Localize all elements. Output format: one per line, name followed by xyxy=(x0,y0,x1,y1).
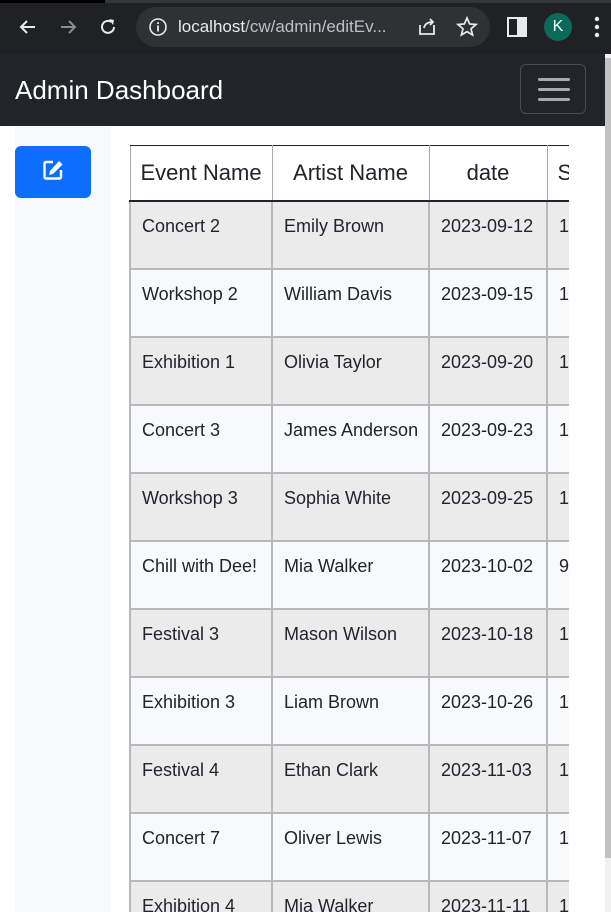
cell-artist-name: Mia Walker xyxy=(271,540,430,610)
cell-event-name: Concert 2 xyxy=(129,200,273,270)
cell-date: 2023-11-11 xyxy=(428,880,548,912)
address-bar[interactable]: localhost/cw/admin/editEv... xyxy=(136,7,490,47)
table-row: Chill with Dee! Mia Walker 2023-10-02 9a xyxy=(129,540,569,610)
url-text[interactable]: localhost/cw/admin/editEv... xyxy=(178,17,403,37)
table-row: Concert 7 Oliver Lewis 2023-11-07 17 xyxy=(129,812,569,882)
edit-icon xyxy=(42,159,64,186)
cell-start: 16 xyxy=(546,608,569,678)
header-date: date xyxy=(428,145,548,202)
cell-event-name: Exhibition 4 xyxy=(129,880,273,912)
table-row: Workshop 2 William Davis 2023-09-15 18 xyxy=(129,268,569,338)
forward-icon[interactable] xyxy=(53,12,83,42)
cell-event-name: Workshop 2 xyxy=(129,268,273,338)
cell-date: 2023-09-23 xyxy=(428,404,548,474)
cell-start: 19 xyxy=(546,676,569,746)
events-table: Event Name Artist Name date St Concert 2… xyxy=(129,145,569,912)
tab-strip xyxy=(0,0,611,3)
cell-artist-name: James Anderson xyxy=(271,404,430,474)
navbar-toggler-button[interactable] xyxy=(520,64,586,114)
table-row: Workshop 3 Sophia White 2023-09-25 16 xyxy=(129,472,569,542)
cell-start: 18 xyxy=(546,744,569,814)
cell-event-name: Exhibition 1 xyxy=(129,336,273,406)
reload-icon[interactable] xyxy=(93,12,123,42)
table-row: Exhibition 4 Mia Walker 2023-11-11 18 xyxy=(129,880,569,912)
url-host: localhost xyxy=(178,17,246,36)
table-header-row: Event Name Artist Name date St xyxy=(129,145,569,202)
url-path: /cw/admin/editEv... xyxy=(245,17,387,36)
cell-date: 2023-09-12 xyxy=(428,200,548,270)
cell-artist-name: Oliver Lewis xyxy=(271,812,430,882)
cell-date: 2023-09-20 xyxy=(428,336,548,406)
bookmark-star-icon[interactable] xyxy=(455,15,479,38)
cell-event-name: Exhibition 3 xyxy=(129,676,273,746)
cell-start: 9a xyxy=(546,540,569,610)
cell-event-name: Workshop 3 xyxy=(129,472,273,542)
cell-artist-name: Olivia Taylor xyxy=(271,336,430,406)
cell-date: 2023-09-15 xyxy=(428,268,548,338)
table-row: Festival 4 Ethan Clark 2023-11-03 18 xyxy=(129,744,569,814)
page-scrollbar[interactable] xyxy=(605,54,611,912)
cell-event-name: Concert 7 xyxy=(129,812,273,882)
browser-toolbar: localhost/cw/admin/editEv... K xyxy=(0,0,611,54)
header-event-name: Event Name xyxy=(129,145,273,202)
cell-date: 2023-11-03 xyxy=(428,744,548,814)
cell-artist-name: Sophia White xyxy=(271,472,430,542)
cell-date: 2023-10-26 xyxy=(428,676,548,746)
table-row: Concert 3 James Anderson 2023-09-23 18 xyxy=(129,404,569,474)
cell-artist-name: Ethan Clark xyxy=(271,744,430,814)
site-info-icon[interactable] xyxy=(148,17,168,37)
sidebar xyxy=(15,126,111,912)
cell-date: 2023-09-25 xyxy=(428,472,548,542)
share-icon[interactable] xyxy=(416,16,438,38)
cell-event-name: Festival 3 xyxy=(129,608,273,678)
cell-event-name: Concert 3 xyxy=(129,404,273,474)
side-panel-icon[interactable] xyxy=(505,15,529,39)
more-menu-icon[interactable] xyxy=(588,15,606,39)
back-icon[interactable] xyxy=(13,12,43,42)
events-table-container[interactable]: Event Name Artist Name date St Concert 2… xyxy=(129,145,569,912)
app-navbar: Admin Dashboard xyxy=(0,54,605,126)
cell-artist-name: William Davis xyxy=(271,268,430,338)
cell-start: 16 xyxy=(546,472,569,542)
cell-start: 17 xyxy=(546,200,569,270)
cell-start: 18 xyxy=(546,268,569,338)
cell-date: 2023-10-18 xyxy=(428,608,548,678)
cell-event-name: Festival 4 xyxy=(129,744,273,814)
cell-start: 17 xyxy=(546,812,569,882)
header-artist-name: Artist Name xyxy=(271,145,430,202)
cell-start: 19 xyxy=(546,336,569,406)
hamburger-icon xyxy=(538,78,570,81)
table-row: Exhibition 3 Liam Brown 2023-10-26 19 xyxy=(129,676,569,746)
profile-avatar[interactable]: K xyxy=(544,13,572,41)
cell-artist-name: Emily Brown xyxy=(271,200,430,270)
edit-events-button[interactable] xyxy=(15,146,91,198)
table-row: Festival 3 Mason Wilson 2023-10-18 16 xyxy=(129,608,569,678)
header-start: St xyxy=(546,145,569,202)
scrollbar-thumb[interactable] xyxy=(605,58,611,858)
cell-date: 2023-10-02 xyxy=(428,540,548,610)
table-row: Concert 2 Emily Brown 2023-09-12 17 xyxy=(129,200,569,270)
navbar-brand[interactable]: Admin Dashboard xyxy=(15,74,223,106)
cell-date: 2023-11-07 xyxy=(428,812,548,882)
table-row: Exhibition 1 Olivia Taylor 2023-09-20 19 xyxy=(129,336,569,406)
cell-event-name: Chill with Dee! xyxy=(129,540,273,610)
cell-start: 18 xyxy=(546,404,569,474)
cell-artist-name: Mason Wilson xyxy=(271,608,430,678)
cell-artist-name: Liam Brown xyxy=(271,676,430,746)
cell-start: 18 xyxy=(546,880,569,912)
cell-artist-name: Mia Walker xyxy=(271,880,430,912)
